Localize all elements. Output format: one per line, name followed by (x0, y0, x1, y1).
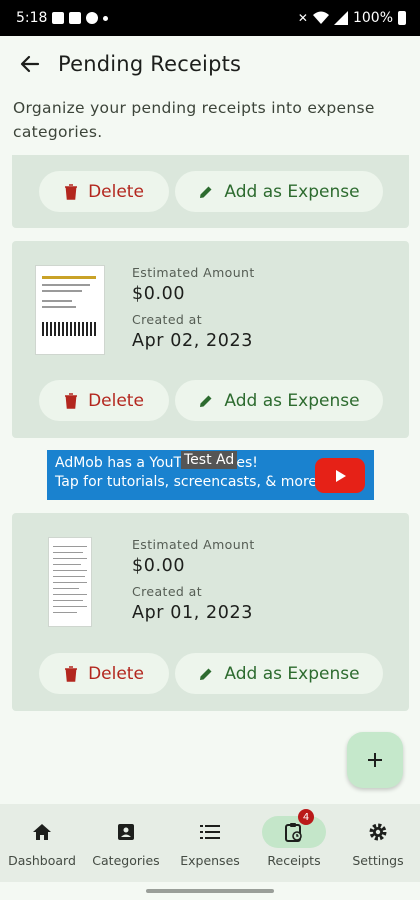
nav-item-expenses[interactable]: Expenses (168, 804, 252, 882)
delete-label: Delete (88, 181, 144, 202)
created-at-label: Created at (132, 584, 203, 599)
estimated-amount-value: $0.00 (132, 284, 186, 304)
nav-item-categories[interactable]: Categories (84, 804, 168, 882)
plus-icon (368, 753, 382, 767)
delete-label: Delete (88, 663, 144, 684)
battery-percent: 100% (352, 10, 393, 26)
add-label: Add as Expense (224, 663, 360, 684)
status-bar: 5:18 ✕ 100% (0, 0, 420, 36)
delete-button[interactable]: Delete (39, 171, 169, 212)
app-bar: Pending Receipts (0, 36, 420, 92)
add-receipt-fab[interactable] (347, 732, 403, 788)
nav-label: Categories (92, 853, 160, 868)
add-as-expense-button[interactable]: Add as Expense (175, 653, 383, 694)
signal-icon (333, 11, 348, 25)
pencil-icon (200, 186, 212, 198)
home-icon (10, 820, 74, 844)
mute-icon: ✕ (297, 11, 308, 25)
gear-icon (346, 820, 410, 844)
more-notifications-icon (103, 15, 109, 21)
delete-button[interactable]: Delete (39, 653, 169, 694)
status-time: 5:18 (16, 10, 48, 26)
receipt-thumbnail[interactable] (35, 265, 105, 355)
add-as-expense-button[interactable]: Add as Expense (175, 171, 383, 212)
created-at-value: Apr 01, 2023 (132, 603, 253, 623)
gesture-bar[interactable] (146, 889, 274, 893)
page-title: Pending Receipts (58, 52, 242, 76)
receipt-info: Estimated Amount $0.00 Created at Apr 02… (132, 265, 255, 351)
whatsapp-icon (86, 12, 99, 24)
nav-item-receipts[interactable]: 4 Receipts (252, 804, 336, 882)
receipts-count-badge: 4 (298, 809, 314, 825)
nav-item-dashboard[interactable]: Dashboard (0, 804, 84, 882)
pencil-icon (200, 668, 212, 680)
receipt-thumbnail[interactable] (48, 537, 92, 627)
add-as-expense-button[interactable]: Add as Expense (175, 380, 383, 421)
add-label: Add as Expense (224, 390, 360, 411)
trash-icon (65, 665, 78, 682)
receipt-card: Delete Add as Expense (12, 155, 409, 228)
nav-item-settings[interactable]: Settings (336, 804, 420, 882)
created-at-value: Apr 02, 2023 (132, 331, 253, 351)
delete-button[interactable]: Delete (39, 380, 169, 421)
youtube-play-icon (315, 458, 365, 493)
gallery-icon (52, 12, 65, 24)
estimated-amount-label: Estimated Amount (132, 537, 255, 552)
wifi-icon (312, 11, 329, 24)
delete-label: Delete (88, 390, 144, 411)
back-button[interactable] (16, 50, 44, 78)
created-at-label: Created at (132, 312, 203, 327)
estimated-amount-value: $0.00 (132, 556, 186, 576)
test-ad-badge: Test Ad (181, 451, 238, 469)
list-icon (178, 820, 242, 844)
page-description: Organize your pending receipts into expe… (13, 99, 375, 141)
receipt-icon (262, 816, 326, 848)
trash-icon (65, 183, 78, 200)
add-label: Add as Expense (224, 181, 360, 202)
receipt-card: Estimated Amount $0.00 Created at Apr 02… (12, 241, 409, 438)
nav-label: Expenses (180, 853, 240, 868)
categories-icon (94, 820, 158, 844)
battery-icon (398, 11, 406, 25)
notification-icon (69, 12, 82, 24)
pencil-icon (200, 395, 212, 407)
nav-label: Receipts (267, 853, 321, 868)
estimated-amount-label: Estimated Amount (132, 265, 255, 280)
receipt-info: Estimated Amount $0.00 Created at Apr 01… (132, 537, 255, 623)
nav-label: Settings (352, 853, 404, 868)
arrow-back-icon (20, 55, 40, 73)
nav-label: Dashboard (8, 853, 76, 868)
bottom-navigation: Dashboard Categories Expenses 4 Receipts… (0, 804, 420, 882)
receipt-card: Estimated Amount $0.00 Created at Apr 01… (12, 513, 409, 711)
trash-icon (65, 392, 78, 409)
